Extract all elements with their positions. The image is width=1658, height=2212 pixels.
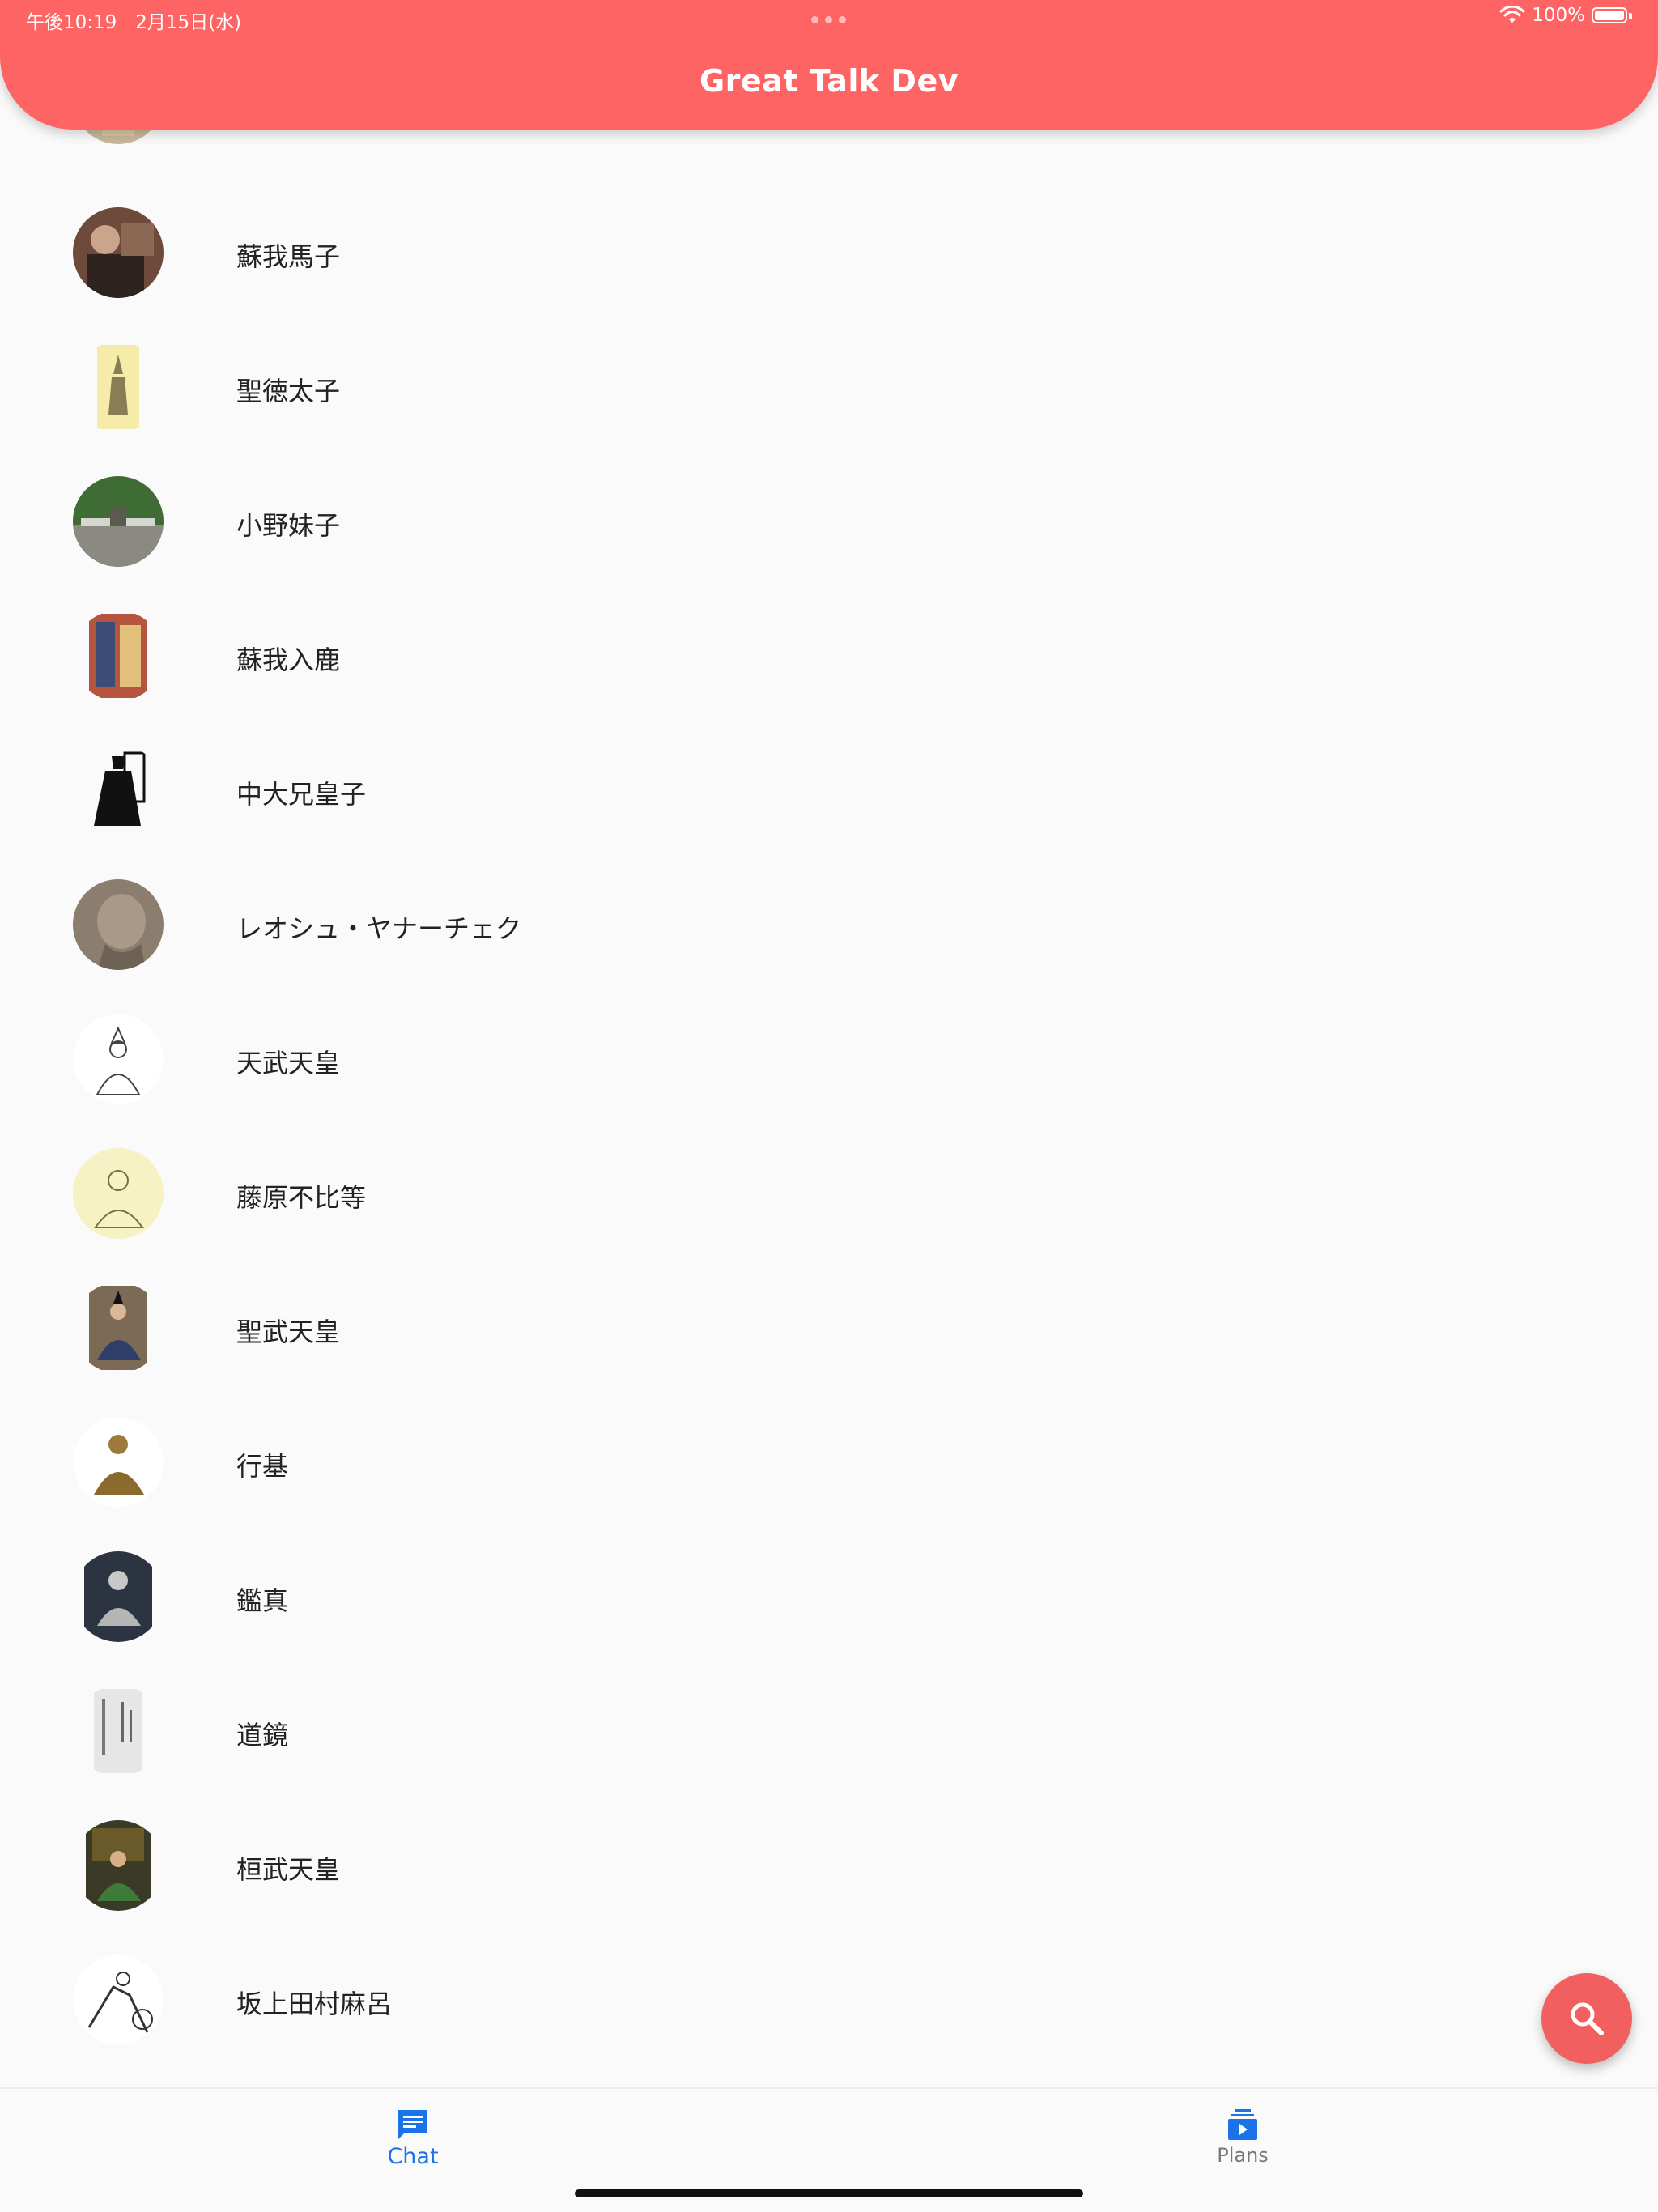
- status-indicators: 100%: [1499, 5, 1634, 26]
- chat-icon: [398, 2110, 427, 2139]
- home-indicator: [575, 2189, 1083, 2197]
- avatar: [73, 1417, 164, 1508]
- wifi-icon: [1499, 6, 1525, 23]
- list-item[interactable]: 坂上田村麻呂: [0, 1932, 1658, 2066]
- avatar: [73, 610, 164, 701]
- list-item[interactable]: 道鏡: [0, 1663, 1658, 1797]
- avatar: [73, 1551, 164, 1642]
- list-item[interactable]: 小野妹子: [0, 453, 1658, 588]
- item-label: 天武天皇: [236, 1048, 341, 1078]
- avatar: [73, 342, 164, 432]
- item-label: 坂上田村麻呂: [236, 1989, 393, 2019]
- item-label: 蘇我入鹿: [236, 644, 341, 675]
- list-item[interactable]: 天武天皇: [0, 991, 1658, 1125]
- avatar: [73, 207, 164, 298]
- battery-percentage: 100%: [1532, 5, 1585, 26]
- list-item[interactable]: 聖徳太子: [0, 319, 1658, 453]
- multitasking-dots-icon[interactable]: [811, 16, 846, 23]
- item-label: 蘇我馬子: [236, 241, 341, 272]
- list-item[interactable]: 藤原不比等: [0, 1125, 1658, 1260]
- item-label: 聖武天皇: [236, 1317, 341, 1347]
- avatar: [73, 1148, 164, 1239]
- list-item[interactable]: 蘇我入鹿: [0, 588, 1658, 722]
- tab-chat-label: Chat: [387, 2144, 439, 2169]
- item-label: 鑑真: [236, 1585, 289, 1616]
- app-header: 午後10:19 2月15日(水) 100% Great Talk Dev: [0, 0, 1658, 130]
- battery-icon: [1592, 6, 1634, 25]
- list-item[interactable]: 行基: [0, 1394, 1658, 1529]
- item-label: 中大兄皇子: [236, 779, 367, 810]
- avatar: [73, 879, 164, 970]
- subscriptions-icon: [1228, 2109, 1257, 2140]
- tab-chat[interactable]: Chat: [332, 2107, 494, 2169]
- list-item[interactable]: レオシュ・ヤナーチェク: [0, 857, 1658, 991]
- search-icon: [1571, 2002, 1604, 2035]
- item-label: 道鏡: [236, 1720, 289, 1750]
- avatar: [73, 1955, 164, 2045]
- avatar: [73, 1014, 164, 1104]
- list-item[interactable]: 中大兄皇子: [0, 722, 1658, 857]
- status-time: 午後10:19 2月15日(水): [26, 12, 242, 33]
- item-label: 藤原不比等: [236, 1182, 367, 1213]
- avatar: [73, 476, 164, 567]
- page-title: Great Talk Dev: [699, 63, 959, 99]
- item-label: レオシュ・ヤナーチェク: [236, 913, 522, 944]
- list-item[interactable]: 聖武天皇: [0, 1260, 1658, 1394]
- app-screen: 蘇我馬子 聖徳太子 小野妹子 蘇我入鹿 中大兄皇子 レオシュ・ヤナーチェク 天武…: [0, 0, 1658, 2212]
- avatar: [73, 1283, 164, 1373]
- list-item[interactable]: 蘇我馬子: [0, 185, 1658, 319]
- avatar: [73, 1820, 164, 1911]
- item-label: 行基: [236, 1451, 289, 1482]
- avatar: [73, 1686, 164, 1776]
- tab-plans-label: Plans: [1217, 2144, 1269, 2167]
- list-item[interactable]: 桓武天皇: [0, 1797, 1658, 1932]
- list-item[interactable]: 鑑真: [0, 1529, 1658, 1663]
- search-button[interactable]: [1541, 1973, 1632, 2064]
- item-label: 桓武天皇: [236, 1854, 341, 1885]
- tab-plans[interactable]: Plans: [1162, 2107, 1324, 2167]
- item-label: 小野妹子: [236, 510, 341, 541]
- avatar: [73, 745, 164, 836]
- item-label: 聖徳太子: [236, 376, 341, 406]
